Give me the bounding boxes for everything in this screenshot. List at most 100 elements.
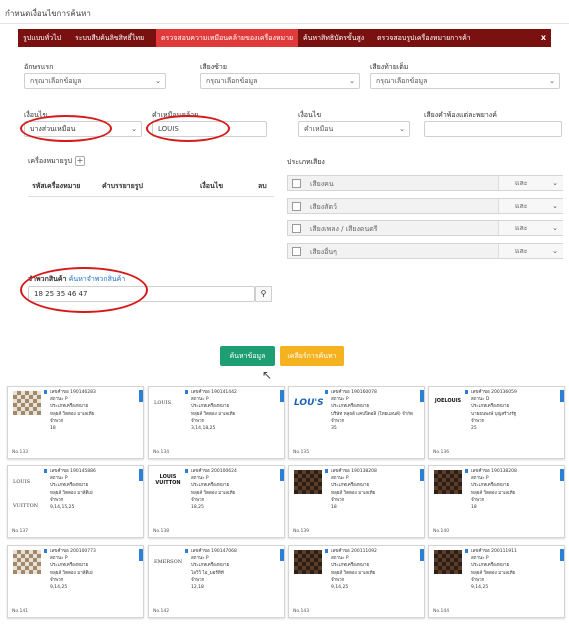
card-line: สถานะ P <box>50 556 68 562</box>
result-card[interactable]: เลขคำขอ 200111911 สถานะ P ประเภทเครื่องหมา… <box>428 545 565 618</box>
card-line: จำพวก <box>50 577 64 583</box>
card-line: หลุยส์ วิตตอง มาเลเทีย <box>191 490 236 496</box>
clear-search-button[interactable]: เคลียร์การค้นหา <box>280 346 344 366</box>
card-line: นายธนพงษ์ บุญสร้างรัฐ <box>471 411 517 417</box>
accent-bar <box>325 390 328 394</box>
result-card[interactable]: EMERSON เลขคำขอ 190147068 สถานะ P ประเภทเคร… <box>148 545 285 618</box>
chevron-down-icon: ⌄ <box>552 202 558 210</box>
card-line: จำพวก <box>331 418 345 424</box>
chevron-down-icon: ⌄ <box>131 125 137 133</box>
card-line: สถานะ P <box>471 556 489 562</box>
left-sound-value: กรุณาเลือกข้อมูล <box>206 77 258 85</box>
card-line: หลุยส์ วิตตอง มาเลเทีย <box>331 490 376 496</box>
magnifier-icon[interactable]: ⚲ <box>255 286 272 302</box>
annotation-circle <box>20 115 112 142</box>
card-line: จำพวก <box>471 418 485 424</box>
close-icon[interactable]: x <box>536 29 551 47</box>
checkbox[interactable] <box>292 202 301 211</box>
card-line: ประเภทเครื่องหมาย <box>331 483 370 489</box>
result-card[interactable]: เลขคำขอ 190138208 สถานะ P ประเภทเครื่องหมา… <box>428 465 565 538</box>
tab-thai-copyright[interactable]: ระบบสืบค้นลิขสิทธิ์ไทย <box>70 29 149 47</box>
operator-select[interactable]: และ ⌄ <box>498 244 563 258</box>
card-line: 9,14,25 <box>471 585 489 591</box>
card-line: สถานะ P <box>331 556 349 562</box>
card-line: เลขคำขอ 190147068 <box>191 549 237 554</box>
result-card[interactable]: เลขคำขอ 200111092 สถานะ P ประเภทเครื่องหมา… <box>288 545 425 618</box>
card-line: จำพวก <box>471 497 485 503</box>
card-line: สถานะ P <box>331 397 349 403</box>
sound-types-label: ประเภทเสียง <box>287 158 325 166</box>
tab-advanced-patent[interactable]: ค้นหาสิทธิบัตรขั้นสูง <box>298 29 369 47</box>
tab-bar: รูปแบบทั่วไป ระบบสืบค้นลิขสิทธิ์ไทย ตรวจ… <box>18 29 551 47</box>
card-number: No.143 <box>293 609 310 614</box>
add-figure-button[interactable]: + <box>74 156 85 166</box>
operator-value: และ <box>515 224 528 232</box>
alphabet-select[interactable]: กรุณาเลือกข้อมูล ⌄ <box>24 73 166 89</box>
card-line: ประเภทเครื่องหมาย <box>191 483 230 489</box>
operator-value: และ <box>515 247 528 255</box>
sound-type-row: เสียงสัตว์ และ ⌄ <box>287 198 563 214</box>
tab-general[interactable]: รูปแบบทั่วไป <box>18 29 66 47</box>
card-line: สถานะ P <box>50 476 68 482</box>
sound-type-label: เสียงสัตว์ <box>310 203 337 211</box>
result-card[interactable]: JOELOUIS เลขคำขอ 200136059 สถานะ D ประเภทเค… <box>428 386 565 459</box>
checkbox[interactable] <box>292 179 301 188</box>
trademark-thumbnail <box>294 550 322 574</box>
accent-bar <box>185 469 188 473</box>
checkbox[interactable] <box>292 247 301 256</box>
card-info: เลขคำขอ 200100773 สถานะ P ประเภทเครื่องหมา… <box>50 548 140 591</box>
result-card[interactable]: LOUIS VUITTON เลขคำขอ 190145886 สถานะ P ประ… <box>7 465 144 538</box>
operator-select[interactable]: และ ⌄ <box>498 221 563 235</box>
condition2-select[interactable]: คำเหมือน ⌄ <box>298 121 410 137</box>
result-card[interactable]: LOUIS เลขคำขอ 190141442 สถานะ P ประเภทเครื่… <box>148 386 285 459</box>
chevron-down-icon: ⌄ <box>349 77 355 85</box>
card-number: No.138 <box>153 529 170 534</box>
card-line: ไลวิวิ ไอ_มอร์ทิที <box>191 570 224 576</box>
column-mark-code: รหัสเครื่องหมาย <box>32 182 81 190</box>
card-line: จำพวก <box>191 497 205 503</box>
accent-bar <box>185 390 188 394</box>
condition2-value: คำเหมือน <box>304 125 334 133</box>
result-card[interactable]: เลขคำขอ 200100773 สถานะ P ประเภทเครื่องหมา… <box>7 545 144 618</box>
accent-bar <box>465 390 468 394</box>
sound-dict-input[interactable] <box>424 121 562 137</box>
page-title: กำหนดเงื่อนไขการค้นหา <box>5 9 91 18</box>
result-card[interactable]: เลขคำขอ 190138208 สถานะ P ประเภทเครื่องหมา… <box>288 465 425 538</box>
checkbox[interactable] <box>292 224 301 233</box>
search-button[interactable]: ค้นหาข้อมูล <box>220 346 275 366</box>
accent-bar <box>44 390 47 394</box>
card-line: 35 <box>331 426 337 432</box>
card-line: หลุยส์ วิตตอง มาเลเทีย <box>191 411 236 417</box>
result-card[interactable]: LOU'S เลขคำขอ 190160078 สถานะ P ประเภทเครื่… <box>288 386 425 459</box>
card-line: เลขคำขอ 200100773 <box>50 549 96 554</box>
figure-marks-title: เครื่องหมายรูป <box>28 157 72 165</box>
annotation-circle <box>146 115 230 142</box>
tail-sound-select[interactable]: กรุณาเลือกข้อมูล ⌄ <box>370 73 560 89</box>
card-number: No.136 <box>433 450 450 455</box>
trademark-thumbnail: LOUIS VUITTON <box>155 474 181 486</box>
card-line: สถานะ P <box>191 476 209 482</box>
tab-trademark-image[interactable]: ตรวจสอบรูปเครื่องหมายการค้า <box>372 29 476 47</box>
result-card[interactable]: LOUIS VUITTON เลขคำขอ 200100624 สถานะ P ประ… <box>148 465 285 538</box>
card-line: ประเภทเครื่องหมาย <box>331 404 370 410</box>
result-card[interactable]: เลขคำขอ 190146283 สถานะ P ประเภทเครื่องหมา… <box>7 386 144 459</box>
card-line: 9,14,15,25 <box>50 505 75 511</box>
card-info: เลขคำขอ 190141442 สถานะ P ประเภทเครื่องหมา… <box>191 389 281 432</box>
left-sound-select[interactable]: กรุณาเลือกข้อมูล ⌄ <box>200 73 360 89</box>
alphabet-value: กรุณาเลือกข้อมูล <box>30 77 82 85</box>
card-line: สถานะ P <box>471 476 489 482</box>
card-info: เลขคำขอ 190146283 สถานะ P ประเภทเครื่องหมา… <box>50 389 140 432</box>
condition2-label: เงื่อนไข <box>298 111 322 119</box>
column-delete: ลบ <box>258 182 267 190</box>
trademark-thumbnail: JOELOUIS <box>434 398 462 404</box>
card-line: เลขคำขอ 190138208 <box>471 469 517 474</box>
tab-similarity-check[interactable]: ตรวจสอบความเหมือนคล้ายของเครื่องหมาย <box>156 29 299 47</box>
operator-select[interactable]: และ ⌄ <box>498 176 563 190</box>
card-line: ประเภทเครื่องหมาย <box>191 563 230 569</box>
card-line: ประเภทเครื่องหมาย <box>50 404 89 410</box>
operator-select[interactable]: และ ⌄ <box>498 199 563 213</box>
card-line: เลขคำขอ 190141442 <box>191 390 237 395</box>
card-info: เลขคำขอ 190147068 สถานะ P ประเภทเครื่องหมา… <box>191 548 281 591</box>
accent-bar <box>465 549 468 553</box>
card-line: สถานะ P <box>191 397 209 403</box>
